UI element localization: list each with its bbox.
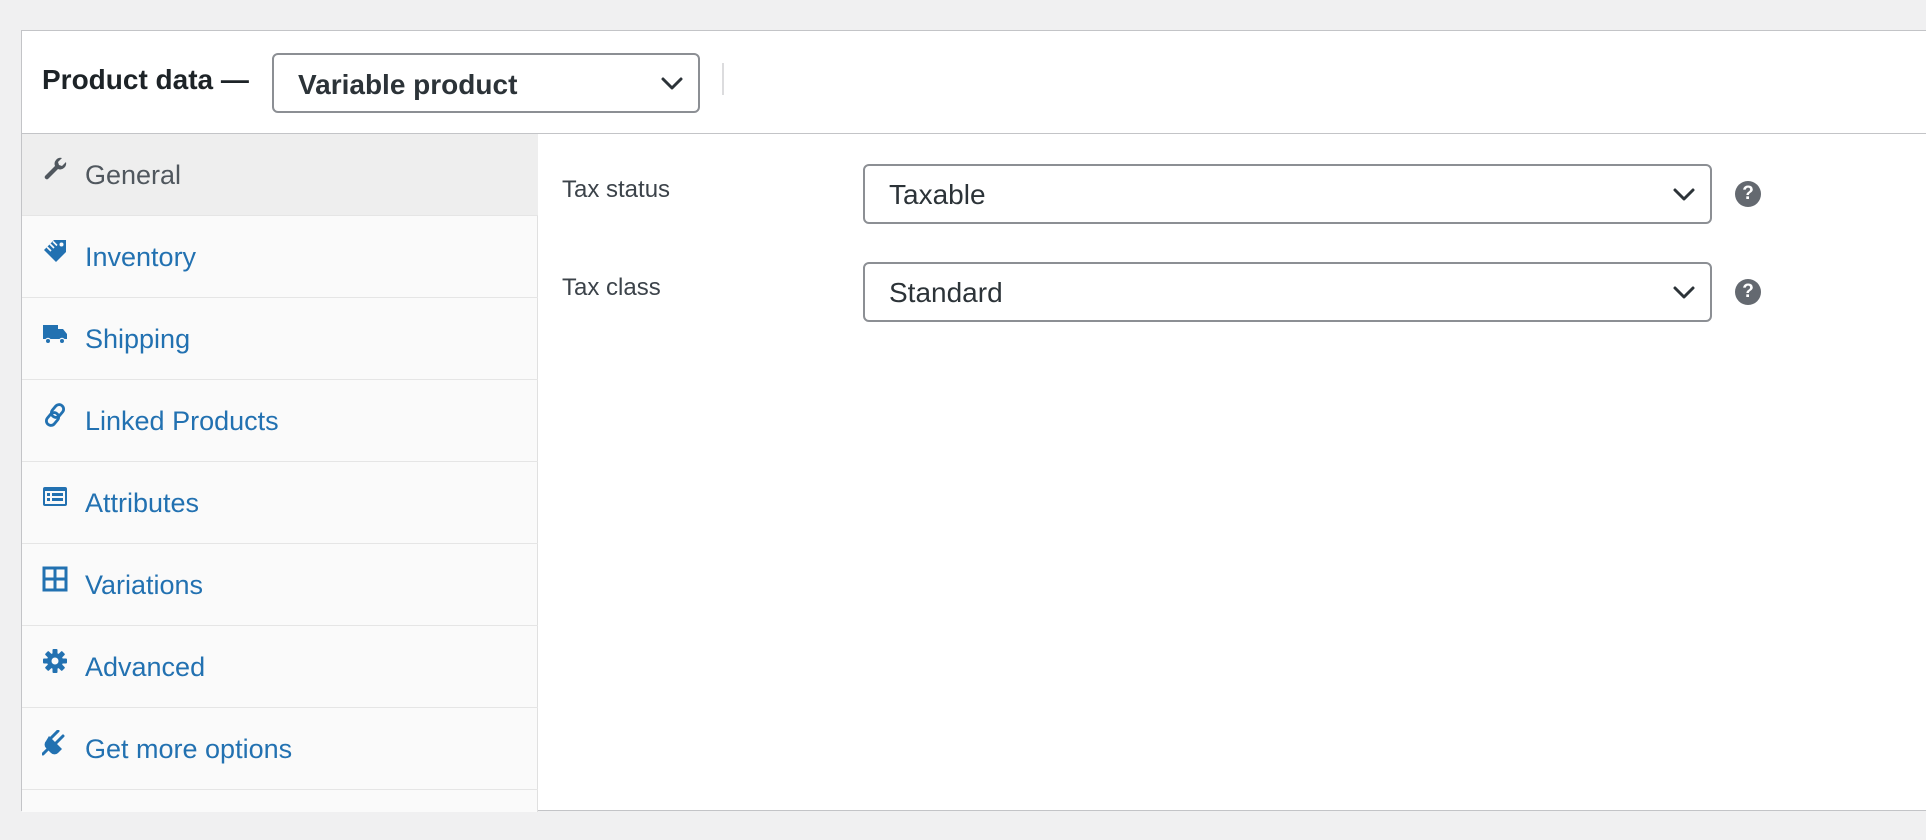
help-tip-icon[interactable]: ?: [1735, 279, 1761, 305]
panel-header: Product data — Variable product: [22, 31, 1926, 134]
link-icon: [44, 403, 66, 427]
wrench-icon: [44, 157, 67, 180]
header-divider: [722, 63, 724, 95]
tab-label: General: [85, 160, 182, 190]
grid-icon: [42, 566, 68, 592]
tab-inventory[interactable]: Inventory: [22, 216, 538, 298]
tab-shipping[interactable]: Shipping: [22, 298, 538, 380]
tab-linked-products[interactable]: Linked Products: [22, 380, 538, 462]
tab-label: Attributes: [85, 488, 200, 518]
chevron-down-icon: [1673, 286, 1695, 299]
tax-class-label: Tax class: [562, 274, 661, 301]
list-card-icon: [43, 487, 67, 506]
tax-status-label: Tax status: [562, 176, 671, 203]
tab-label: Inventory: [85, 242, 197, 272]
chevron-down-icon: [1673, 188, 1695, 201]
tab-label: Advanced: [85, 652, 206, 682]
tab-attributes[interactable]: Attributes: [22, 462, 538, 544]
product-type-value: Variable product: [298, 69, 518, 100]
tab-variations[interactable]: Variations: [22, 544, 538, 626]
general-tab-content: Tax status Taxable ? Tax class Standard …: [539, 134, 1926, 810]
truck-icon: [43, 325, 67, 345]
help-tip-icon[interactable]: ?: [1735, 181, 1761, 207]
tab-label: Variations: [85, 570, 204, 600]
product-data-panel: Product data — Variable product General …: [21, 30, 1926, 812]
tab-label: Linked Products: [85, 406, 279, 436]
tax-class-select[interactable]: Standard: [863, 262, 1712, 322]
tab-label: Get more options: [85, 734, 293, 764]
tab-get-more-options[interactable]: Get more options: [22, 708, 538, 790]
tab-general[interactable]: General: [22, 134, 538, 216]
plug-icon: [42, 730, 65, 756]
product-data-tabs: General Inventory Shipping Linked Produc…: [22, 134, 538, 812]
tax-class-value: Standard: [889, 277, 1003, 308]
tax-status-select[interactable]: Taxable: [863, 164, 1712, 224]
gear-icon: [43, 649, 67, 673]
tax-status-value: Taxable: [889, 179, 986, 210]
tab-advanced[interactable]: Advanced: [22, 626, 538, 708]
chevron-down-icon: [661, 77, 683, 90]
product-type-select[interactable]: Variable product: [272, 53, 700, 113]
panel-title: Product data —: [42, 64, 249, 95]
tab-label: Shipping: [85, 324, 191, 354]
tag-icon: [44, 240, 66, 262]
